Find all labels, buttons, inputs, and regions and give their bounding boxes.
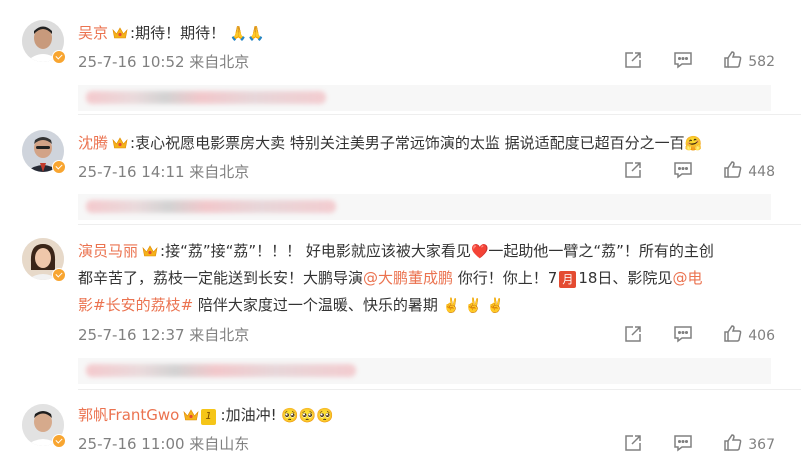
crown-icon [112,132,128,158]
divider [78,114,801,115]
like-icon[interactable] [723,433,743,457]
mention-link[interactable]: @大鹏董成鹏 [363,269,453,287]
comment-item: 吴京 :期待！期待！ 🙏🙏 25-7-16 10:52 来自北京 582 [0,0,801,115]
comment-text-cont: 一起助他一臂之“荔”！所有的主创 [488,242,714,260]
crown-icon [183,404,199,430]
comment-text-line2b: 你行！你上！7 [453,269,558,287]
comment-text: :接“荔”接“荔”！！！ 好电影就应该被大家看见 [160,242,471,260]
like-icon[interactable] [723,324,743,348]
comment-meta: 25-7-16 12:37 来自北京 [78,326,250,344]
blurred-reply-text [86,91,326,104]
mention-link[interactable]: @电 [672,269,702,287]
crown-icon [112,22,128,48]
blurred-reply-text [86,364,356,377]
victory-hand-icon: ✌️ ✌️ ✌️ [442,298,504,314]
comment-text-line3: 陪伴大家度过一个温暖、快乐的暑期 [193,296,438,314]
verified-badge-icon [52,50,66,64]
like-count: 367 [748,437,775,453]
comment-meta: 25-7-16 14:11 来自北京 [78,163,250,181]
like-icon[interactable] [723,160,743,184]
level-badge: 1 [201,409,216,425]
comment-text: :衷心祝愿电影票房大卖 特别关注美男子常远饰演的太监 据说适配度已超百分之一百 [130,134,685,152]
divider [78,224,801,225]
comment-text-line2c: 18日、影院见 [578,269,673,287]
share-icon[interactable] [623,324,643,348]
share-icon[interactable] [623,50,643,74]
verified-badge-icon [52,268,66,282]
comment-text: :期待！期待！ [130,24,226,42]
username[interactable]: 演员马丽 [78,242,138,260]
comment-meta: 25-7-16 10:52 来自北京 [78,53,250,71]
like-count: 448 [748,164,775,180]
like-count: 406 [748,328,775,344]
divider [78,389,801,390]
reply-preview[interactable] [78,85,771,111]
comment-item: 郭帆FrantGwo 1 :加油冲! 🥺🥺🥺 25-7-16 11:00 来自山东… [0,389,801,463]
verified-badge-icon [52,160,66,174]
like-count: 582 [748,54,775,70]
topic-link[interactable]: #长安的荔枝# [93,296,193,314]
mention-link-cont[interactable]: 影 [78,296,93,314]
comment-item: 沈腾 :衷心祝愿电影票房大卖 特别关注美男子常远饰演的太监 据说适配度已超百分之一… [0,114,801,225]
reply-preview[interactable] [78,194,771,220]
emoji: 🥺🥺🥺 [281,408,334,424]
comment-text-line2: 都辛苦了，荔枝一定能送到长安！大鹏导演 [78,269,364,287]
username[interactable]: 郭帆FrantGwo [78,406,179,424]
heart-icon: ❤️ [470,244,489,260]
comment-text: :加油冲! [220,406,277,424]
comment-icon[interactable] [673,433,693,457]
share-icon[interactable] [623,160,643,184]
like-icon[interactable] [723,50,743,74]
verified-badge-icon [52,434,66,448]
emoji: 🤗 [684,136,703,152]
blurred-reply-text [86,200,336,213]
comment-icon[interactable] [673,160,693,184]
calendar-icon: 月 [559,271,577,288]
comment-meta: 25-7-16 11:00 来自山东 [78,435,250,453]
comment-item: 演员马丽 :接“荔”接“荔”！！！ 好电影就应该被大家看见❤️一起助他一臂之“荔”… [0,224,801,390]
crown-icon [142,240,158,266]
username[interactable]: 吴京 [78,24,108,42]
username[interactable]: 沈腾 [78,134,108,152]
comment-icon[interactable] [673,50,693,74]
emoji: 🙏🙏 [229,26,265,42]
reply-preview[interactable] [78,358,771,384]
comment-icon[interactable] [673,324,693,348]
share-icon[interactable] [623,433,643,457]
